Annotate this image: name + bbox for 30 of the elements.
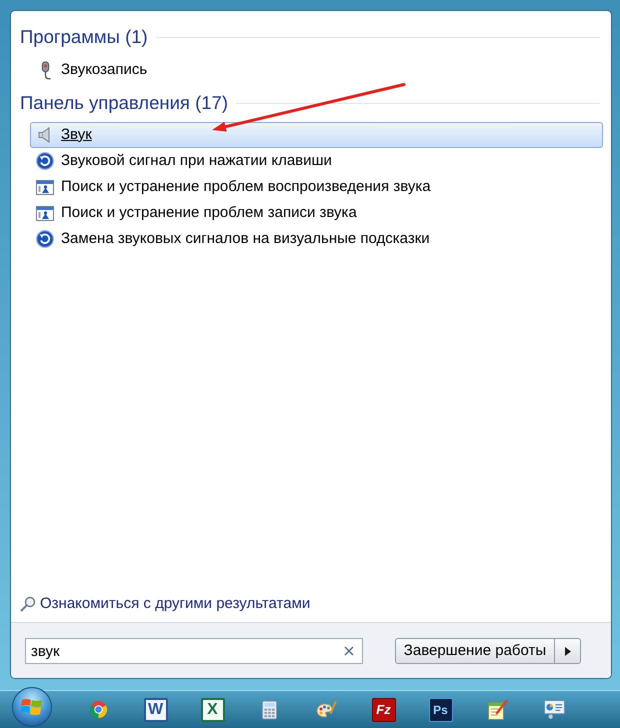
start-button[interactable] (12, 687, 52, 727)
search-result[interactable]: Поиск и устранение проблем записи звука (30, 200, 603, 226)
microphone-icon (40, 60, 50, 80)
taskbar-button[interactable]: X (200, 698, 224, 722)
search-result[interactable]: Замена звуковых сигналов на визуальные подсказки (30, 226, 603, 252)
more-results-link[interactable]: Ознакомиться с другими результатами (40, 592, 310, 616)
search-result[interactable]: Звук (30, 122, 603, 148)
section-heading: Программы (1) (20, 26, 148, 48)
window-icon (36, 206, 54, 220)
calculator-icon (262, 700, 277, 720)
search-result[interactable]: Поиск и устранение проблем воспроизведения звука (30, 174, 603, 200)
taskbar-button[interactable]: W (144, 698, 168, 722)
search-icon (20, 596, 36, 612)
notepad-icon (488, 700, 508, 720)
shutdown-options-button[interactable] (555, 638, 581, 664)
shutdown-button[interactable]: Завершение работы (395, 638, 555, 664)
search-result[interactable]: Звуковой сигнал при нажатии клавиши (30, 148, 603, 174)
close-icon (344, 646, 354, 656)
search-result[interactable]: Звукозапись (30, 57, 603, 83)
taskbar-button[interactable]: Fz (372, 698, 396, 722)
speaker-icon (38, 127, 52, 143)
taskbar-button[interactable]: Ps (428, 698, 452, 722)
segmented-circle-icon (89, 700, 108, 719)
triangle-right-icon (564, 646, 570, 656)
window-icon (36, 180, 54, 194)
search-field[interactable]: звук (25, 638, 363, 664)
monitor-icon (544, 700, 565, 719)
section-heading: Панель управления (17) (20, 92, 228, 114)
flag-icon (21, 697, 43, 717)
palette-icon (316, 700, 338, 718)
